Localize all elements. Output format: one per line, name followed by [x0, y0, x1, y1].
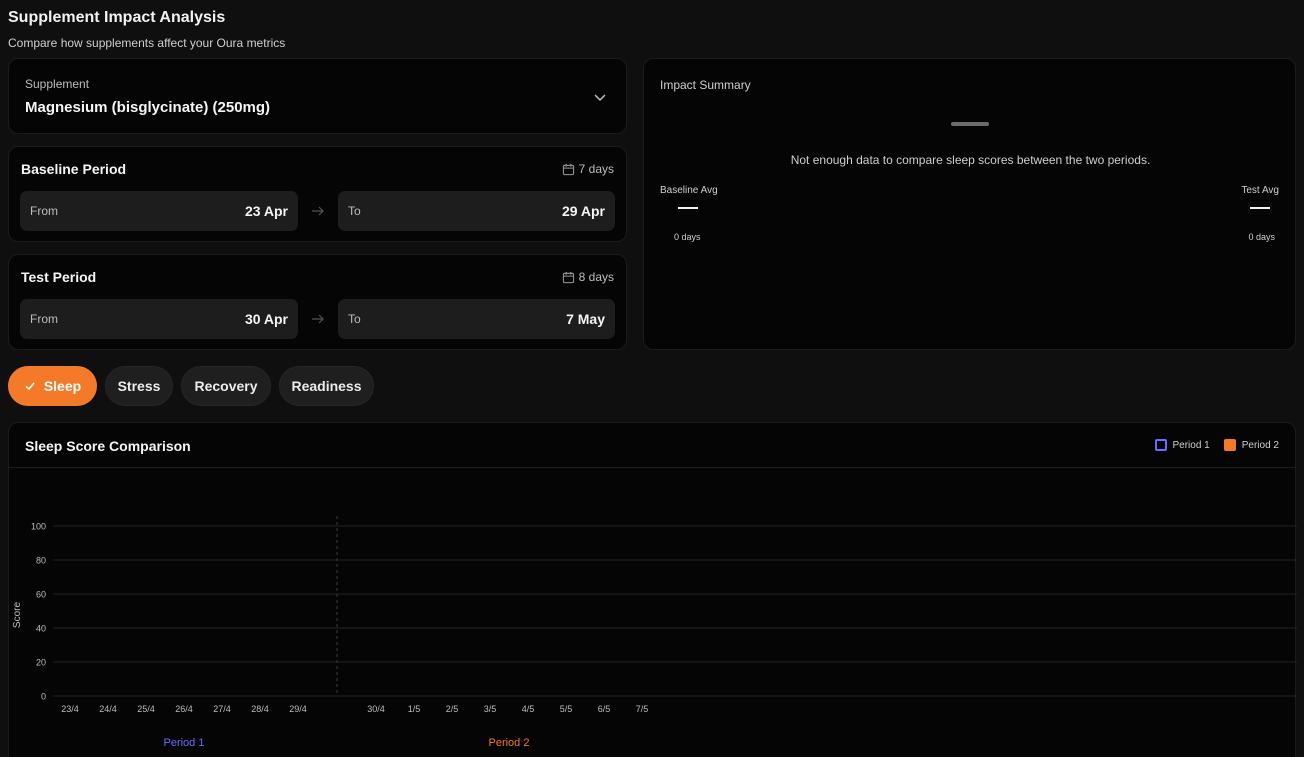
supplement-select[interactable]: Supplement Magnesium (bisglycinate) (250… — [8, 58, 627, 134]
impact-summary-card: Impact Summary Not enough data to compar… — [643, 58, 1296, 350]
supplement-value: Magnesium (bisglycinate) (250mg) — [25, 99, 271, 116]
x-tick-label: 3/5 — [484, 704, 497, 714]
test-to-value: 7 May — [566, 311, 605, 327]
y-tick-label: 60 — [36, 590, 46, 600]
baseline-avg-label: Baseline Avg — [660, 185, 718, 196]
legend-item-period2[interactable]: Period 2 — [1223, 439, 1279, 451]
empty-state-dash — [951, 122, 989, 126]
baseline-from-value: 23 Apr — [244, 203, 288, 219]
x-tick-label: 6/5 — [598, 704, 611, 714]
y-tick-label: 40 — [36, 624, 46, 634]
group-label-period2: Period 2 — [489, 737, 530, 749]
x-tick-label: 2/5 — [446, 704, 459, 714]
y-tick-label: 80 — [36, 556, 46, 566]
page-title: Supplement Impact Analysis — [8, 9, 226, 26]
chart-divider — [9, 467, 1295, 468]
calendar-icon — [562, 163, 574, 175]
y-axis-label: Score — [12, 602, 23, 629]
test-to-field[interactable]: To 7 May — [338, 299, 615, 339]
tab-sleep[interactable]: Sleep — [8, 366, 97, 406]
test-period-card: Test Period 8 days From 30 Apr To 7 May — [8, 254, 627, 350]
sleep-score-chart-card: 0 20 40 60 80 100 Score 23/4 24/4 25/4 26/4 27/4 28/… — [8, 422, 1297, 757]
chart-legend: Period 1 Period 2 — [1154, 439, 1279, 451]
y-tick-label: 0 — [41, 692, 46, 702]
legend-swatch-period2 — [1223, 439, 1236, 451]
baseline-period-title: Baseline Period — [21, 161, 127, 177]
test-avg-value — [1250, 207, 1270, 209]
supplement-label: Supplement — [25, 77, 90, 91]
x-tick-label: 27/4 — [213, 704, 231, 714]
tab-readiness-label: Readiness — [291, 378, 362, 394]
check-icon — [25, 382, 35, 391]
legend-item-period1[interactable]: Period 1 — [1154, 439, 1210, 451]
x-tick-label: 5/5 — [560, 704, 573, 714]
sleep-score-chart: 0 20 40 60 80 100 Score 23/4 24/4 25/4 26/4 27/4 28/… — [12, 516, 1297, 749]
baseline-from-label: From — [30, 204, 58, 218]
baseline-days-text: 7 days — [578, 162, 614, 176]
group-label-period1: Period 1 — [164, 737, 205, 749]
baseline-to-label: To — [348, 204, 361, 218]
x-tick-label: 4/5 — [522, 704, 535, 714]
baseline-to-value: 29 Apr — [561, 203, 605, 219]
impact-summary-message: Not enough data to compare sleep scores … — [790, 153, 1151, 167]
test-days-text: 8 days — [578, 270, 614, 284]
legend-swatch-period1 — [1154, 439, 1167, 451]
tab-sleep-label: Sleep — [43, 378, 82, 394]
x-tick-label: 24/4 — [99, 704, 117, 714]
x-tick-label: 29/4 — [289, 704, 307, 714]
y-tick-label: 100 — [31, 522, 46, 532]
test-period-days: 8 days — [562, 270, 614, 284]
arrow-right-icon — [312, 314, 324, 324]
test-avg-label: Test Avg — [1241, 185, 1279, 196]
test-avg-days: 0 days — [1248, 232, 1275, 242]
baseline-to-field[interactable]: To 29 Apr — [338, 191, 615, 231]
tab-readiness[interactable]: Readiness — [279, 366, 374, 406]
test-from-field[interactable]: From 30 Apr — [20, 299, 298, 339]
tab-stress-label: Stress — [117, 378, 161, 394]
baseline-period-card: Baseline Period 7 days From 23 Apr To 29… — [8, 146, 627, 242]
impact-summary-title: Impact Summary — [660, 78, 751, 92]
calendar-icon — [562, 271, 574, 283]
tab-recovery-label: Recovery — [194, 378, 258, 394]
tab-stress[interactable]: Stress — [105, 366, 173, 406]
baseline-from-field[interactable]: From 23 Apr — [20, 191, 298, 231]
x-tick-label: 1/5 — [408, 704, 421, 714]
x-tick-label: 7/5 — [636, 704, 649, 714]
chart-title: Sleep Score Comparison — [25, 438, 191, 454]
test-to-label: To — [348, 312, 361, 326]
x-tick-label: 25/4 — [137, 704, 155, 714]
legend-label-period2: Period 2 — [1241, 439, 1279, 451]
test-from-label: From — [30, 312, 58, 326]
baseline-avg-days: 0 days — [674, 232, 701, 242]
legend-label-period1: Period 1 — [1172, 439, 1210, 451]
arrow-right-icon — [312, 206, 324, 216]
test-period-title: Test Period — [21, 269, 97, 285]
tab-recovery[interactable]: Recovery — [181, 366, 271, 406]
chevron-down-icon — [594, 94, 606, 102]
baseline-period-days: 7 days — [562, 162, 614, 176]
page-subtitle: Compare how supplements affect your Oura… — [8, 36, 286, 50]
x-tick-label: 26/4 — [175, 704, 193, 714]
x-tick-label: 23/4 — [61, 704, 79, 714]
baseline-avg-value — [678, 207, 698, 209]
x-tick-label: 28/4 — [251, 704, 269, 714]
test-from-value: 30 Apr — [244, 311, 288, 327]
x-tick-label: 30/4 — [367, 704, 385, 714]
y-tick-label: 20 — [36, 658, 46, 668]
